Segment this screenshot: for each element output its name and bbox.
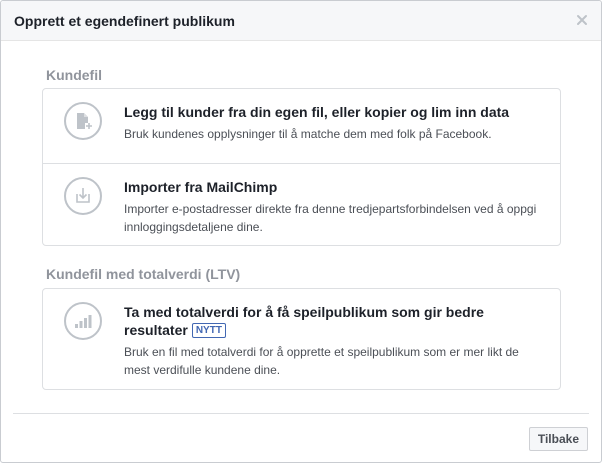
section-label-customer-file: Kundefil [46,67,102,83]
back-button[interactable]: Tilbake [528,427,588,451]
dialog-title: Opprett et egendefinert publikum [14,12,235,29]
option-ltv[interactable]: Ta med totalverdi for å få speilpublikum… [43,289,560,389]
bar-chart-icon [64,302,102,340]
dialog-header: Opprett et egendefinert publikum [1,1,601,41]
option-mailchimp[interactable]: Importer fra MailChimp Importer e-postad… [43,163,560,245]
new-badge: NYTT [191,323,226,338]
section-label-ltv: Kundefil med totalverdi (LTV) [46,266,241,282]
option-description: Bruk kundenes opplysninger til å matche … [124,127,492,141]
option-title-text: Ta med totalverdi for å få speilpublikum… [124,304,484,338]
option-title: Ta med totalverdi for å få speilpublikum… [124,303,540,339]
option-description: Bruk en fil med totalverdi for å opprett… [124,345,519,377]
ltv-file-card: Ta med totalverdi for å få speilpublikum… [42,288,561,390]
option-title: Importer fra MailChimp [124,179,278,195]
file-add-icon [64,102,102,140]
close-icon[interactable] [575,13,589,27]
import-icon [64,177,102,215]
option-description: Importer e-postadresser direkte fra denn… [124,202,537,234]
footer-divider [13,413,589,414]
option-own-file[interactable]: Legg til kunder fra din egen fil, eller … [43,89,560,163]
customer-file-card: Legg til kunder fra din egen fil, eller … [42,88,561,246]
create-custom-audience-dialog: Opprett et egendefinert publikum Kundefi… [0,0,602,463]
option-title: Legg til kunder fra din egen fil, eller … [124,104,510,120]
